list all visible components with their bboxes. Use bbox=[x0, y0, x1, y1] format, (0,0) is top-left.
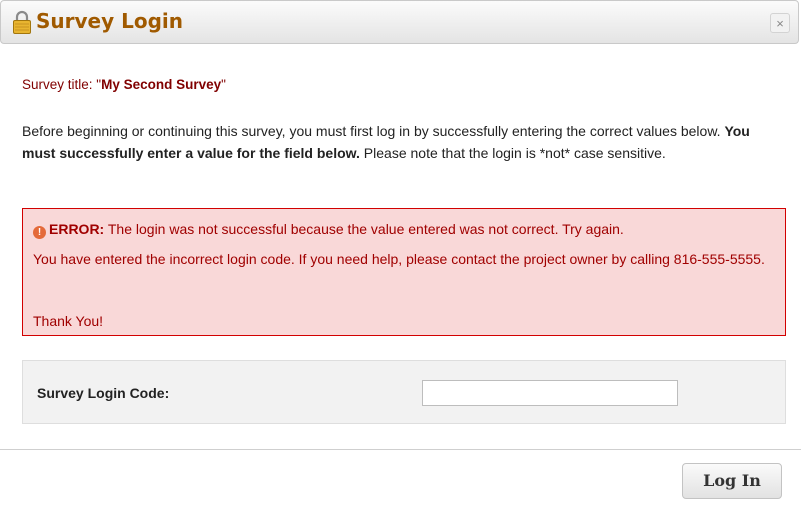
error-thanks: Thank You! bbox=[33, 313, 104, 329]
login-panel: Survey Login Code: bbox=[22, 360, 786, 424]
error-headline: ! ERROR: The login was not successful bec… bbox=[33, 221, 624, 239]
error-detail: You have entered the incorrect login cod… bbox=[33, 251, 765, 267]
dialog-title: Survey Login bbox=[36, 9, 184, 33]
survey-title: Survey title: "My Second Survey" bbox=[22, 77, 226, 92]
log-in-button[interactable]: Log In bbox=[682, 463, 782, 499]
dialog-titlebar: Survey Login × bbox=[0, 0, 799, 44]
survey-title-suffix: " bbox=[221, 77, 226, 92]
intro-part2: Please note that the login is *not* case… bbox=[359, 145, 666, 161]
error-label: ERROR: bbox=[49, 221, 105, 237]
error-circle-icon: ! bbox=[33, 226, 46, 239]
survey-title-name: My Second Survey bbox=[101, 77, 222, 92]
error-message-box: ! ERROR: The login was not successful bec… bbox=[22, 208, 786, 336]
close-icon: × bbox=[776, 16, 784, 31]
survey-title-prefix: Survey title: " bbox=[22, 77, 102, 92]
intro-part1: Before beginning or continuing this surv… bbox=[22, 123, 725, 139]
login-code-label: Survey Login Code: bbox=[37, 385, 170, 401]
close-button[interactable]: × bbox=[770, 13, 790, 33]
lock-icon bbox=[13, 10, 31, 34]
login-code-input[interactable] bbox=[422, 380, 678, 406]
intro-text: Before beginning or continuing this surv… bbox=[22, 120, 782, 164]
error-message: The login was not successful because the… bbox=[104, 221, 624, 237]
footer-divider bbox=[0, 449, 801, 450]
